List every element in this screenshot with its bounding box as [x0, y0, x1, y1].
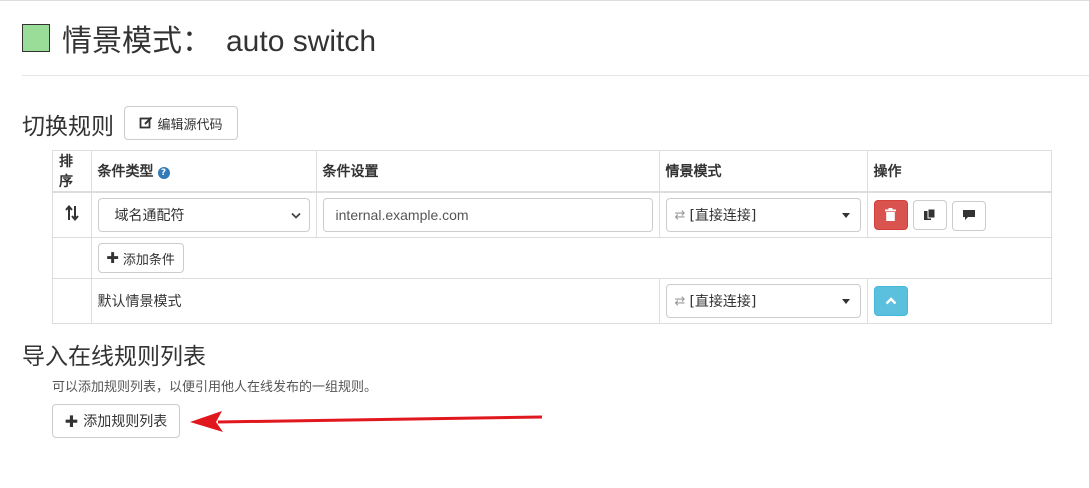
edit-source-label: 编辑源代码 — [157, 117, 223, 133]
chevron-down-icon — [290, 212, 301, 219]
col-actions: 操作 — [866, 150, 1053, 193]
col-condition-type: 条件类型? — [90, 150, 317, 193]
collapse-button[interactable] — [873, 286, 908, 316]
profile-color-swatch[interactable] — [22, 24, 50, 52]
caret-down-icon — [841, 299, 850, 304]
import-rules-description: 可以添加规则列表，以便引用他人在线发布的一组规则。 — [52, 380, 378, 395]
profile-name: auto switch — [226, 25, 377, 58]
help-icon[interactable]: ? — [157, 167, 170, 179]
condition-setting-cell: internal.example.com — [315, 191, 660, 238]
sort-cell — [52, 191, 92, 238]
default-profile-value: [直接连接] — [689, 294, 757, 310]
top-border — [0, 0, 1089, 1]
col-order: 排序 — [52, 150, 92, 193]
default-profile-row: 默认情景模式 ⇄ [直接连接] — [52, 278, 1053, 324]
transfer-icon: ⇄ — [674, 293, 686, 309]
red-arrow-annotation — [190, 411, 543, 432]
add-condition-row: ✚ 添加条件 — [52, 237, 1053, 279]
default-profile-select[interactable]: ⇄ [直接连接] — [665, 284, 861, 318]
header-divider — [22, 75, 1089, 76]
page-title: 情景模式： auto switch — [62, 16, 376, 60]
col-condition-setting: 条件设置 — [315, 150, 660, 193]
transfer-icon: ⇄ — [674, 207, 686, 223]
empty-cell — [52, 278, 92, 324]
caret-down-icon — [841, 213, 850, 218]
condition-type-select[interactable]: 域名通配符 — [97, 198, 310, 232]
empty-cell — [52, 237, 92, 279]
page-title-prefix: 情景模式： — [62, 24, 212, 59]
sort-handle-icon[interactable] — [65, 204, 79, 222]
default-profile-label: 默认情景模式 — [90, 278, 660, 324]
add-condition-cell: ✚ 添加条件 — [90, 237, 1053, 279]
rule-profile-value: [直接连接] — [689, 208, 757, 224]
plus-icon: ✚ — [64, 411, 79, 431]
add-rule-list-button[interactable]: ✚ 添加规则列表 — [52, 404, 180, 438]
col-profile: 情景模式 — [658, 150, 868, 193]
switch-rules-table: 排序 条件类型? 条件设置 情景模式 操作 域名通配符 internal.exa… — [52, 150, 1053, 324]
comment-icon — [963, 210, 976, 220]
plus-icon: ✚ — [106, 249, 119, 267]
default-actions-cell — [866, 278, 1053, 324]
page-header: 情景模式： auto switch — [22, 16, 376, 60]
default-profile-cell: ⇄ [直接连接] — [658, 278, 868, 324]
clone-rule-button[interactable] — [912, 200, 947, 230]
condition-type-value: 域名通配符 — [114, 208, 185, 224]
comment-rule-button[interactable] — [952, 200, 987, 231]
actions-cell — [866, 191, 1053, 238]
add-condition-label: 添加条件 — [122, 252, 175, 268]
copy-icon — [923, 209, 936, 220]
add-condition-button[interactable]: ✚ 添加条件 — [97, 243, 184, 273]
edit-source-button[interactable]: 编辑源代码 — [124, 106, 238, 140]
edit-icon — [140, 116, 153, 129]
import-rules-title: 导入在线规则列表 — [22, 344, 206, 370]
condition-value-input[interactable]: internal.example.com — [322, 198, 653, 232]
table-header-row: 排序 条件类型? 条件设置 情景模式 操作 — [52, 150, 1053, 193]
trash-icon — [885, 208, 897, 221]
chevron-up-icon — [885, 297, 896, 305]
delete-rule-button[interactable] — [873, 199, 908, 230]
col-condition-type-label: 条件类型 — [97, 164, 154, 180]
add-rule-list-label: 添加规则列表 — [83, 414, 168, 430]
switch-rules-title: 切换规则 — [22, 114, 114, 140]
condition-type-cell: 域名通配符 — [90, 191, 317, 238]
table-row: 域名通配符 internal.example.com ⇄ [直接连接] — [52, 191, 1053, 238]
rule-profile-select[interactable]: ⇄ [直接连接] — [665, 198, 861, 232]
profile-cell: ⇄ [直接连接] — [658, 191, 868, 238]
